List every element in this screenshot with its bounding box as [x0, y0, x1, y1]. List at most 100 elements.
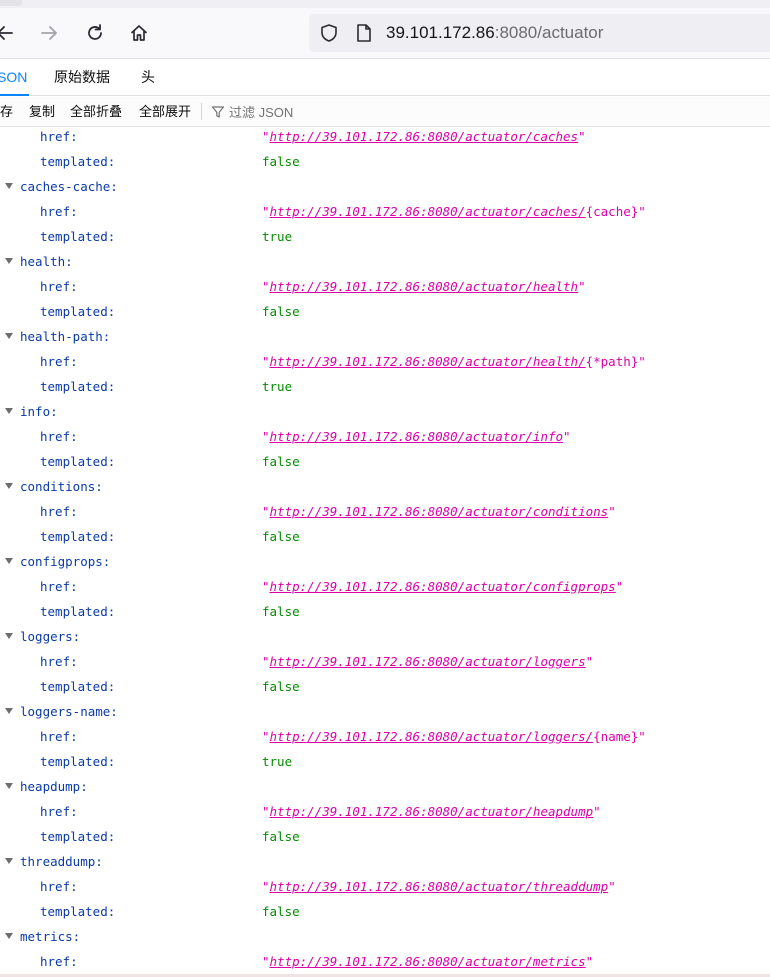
json-property-row[interactable]: templated: false	[0, 828, 770, 853]
json-key: templated:	[40, 379, 116, 394]
json-group-row[interactable]: heapdump:	[0, 778, 770, 803]
json-property-row[interactable]: href: "http://39.101.172.86:8080/actuator…	[0, 428, 770, 453]
json-key: templated:	[40, 529, 116, 544]
tracking-protection-icon[interactable]	[319, 23, 339, 48]
json-group-row[interactable]: threaddump:	[0, 853, 770, 878]
json-group-row[interactable]: loggers-name:	[0, 703, 770, 728]
expand-triangle-icon[interactable]	[5, 183, 13, 189]
json-string-value: "http://39.101.172.86:8080/actuator/thre…	[262, 879, 616, 894]
expand-triangle-icon[interactable]	[5, 633, 13, 639]
json-url-template-suffix: {*path}	[585, 354, 639, 369]
json-group-row[interactable]: health-path:	[0, 328, 770, 353]
json-boolean-value: false	[262, 604, 300, 619]
json-property-row[interactable]: templated: false	[0, 528, 770, 553]
reload-button[interactable]	[80, 18, 110, 48]
page-info-icon[interactable]	[355, 23, 373, 48]
json-group-row[interactable]: conditions:	[0, 478, 770, 503]
home-icon	[131, 25, 147, 41]
json-key: templated:	[40, 904, 116, 919]
json-property-row[interactable]: href: "http://39.101.172.86:8080/actuator…	[0, 353, 770, 378]
json-property-row[interactable]: href: "http://39.101.172.86:8080/actuator…	[0, 878, 770, 903]
json-url-link[interactable]: http://39.101.172.86:8080/actuator/healt…	[270, 279, 579, 294]
json-key: templated:	[40, 679, 116, 694]
tab-json[interactable]: JSON	[0, 59, 30, 96]
json-url-link[interactable]: http://39.101.172.86:8080/actuator/cache…	[270, 204, 586, 219]
json-property-row[interactable]: href: "http://39.101.172.86:8080/actuator…	[0, 728, 770, 753]
json-key: href:	[40, 279, 78, 294]
json-property-row[interactable]: templated: false	[0, 303, 770, 328]
json-key: templated:	[40, 229, 116, 244]
json-property-row[interactable]: href: "http://39.101.172.86:8080/actuator…	[0, 278, 770, 303]
url-bar[interactable]: 39.101.172.86:8080/actuator	[309, 14, 770, 52]
json-boolean-value: false	[262, 679, 300, 694]
expand-triangle-icon[interactable]	[5, 483, 13, 489]
json-url-link[interactable]: http://39.101.172.86:8080/actuator/logge…	[270, 729, 594, 744]
expand-triangle-icon[interactable]	[5, 858, 13, 864]
forward-button[interactable]	[34, 18, 64, 48]
json-property-row[interactable]: href: "http://39.101.172.86:8080/actuator…	[0, 803, 770, 828]
json-url-link[interactable]: http://39.101.172.86:8080/actuator/metri…	[270, 954, 586, 969]
json-boolean-value: true	[262, 754, 293, 769]
expand-all-button[interactable]: 全部展开	[139, 97, 191, 126]
json-property-row[interactable]: templated: false	[0, 453, 770, 478]
arrow-left-icon	[0, 26, 13, 40]
collapse-all-button[interactable]: 全部折叠	[70, 97, 122, 126]
json-group-row[interactable]: configprops:	[0, 553, 770, 578]
json-group-row[interactable]: info:	[0, 403, 770, 428]
json-url-link[interactable]: http://39.101.172.86:8080/actuator/healt…	[270, 354, 586, 369]
browser-tab[interactable]	[0, 0, 22, 6]
expand-triangle-icon[interactable]	[5, 258, 13, 264]
json-group-row[interactable]: loggers:	[0, 628, 770, 653]
save-button[interactable]: 保存	[0, 97, 13, 126]
json-property-row[interactable]: templated: false	[0, 678, 770, 703]
json-group-row[interactable]: metrics:	[0, 928, 770, 953]
home-button[interactable]	[124, 18, 154, 48]
json-property-row[interactable]: href: "http://39.101.172.86:8080/actuator…	[0, 653, 770, 678]
json-string-value: "http://39.101.172.86:8080/actuator/logg…	[262, 654, 594, 669]
json-boolean-value: false	[262, 304, 300, 319]
json-key: configprops:	[20, 554, 111, 569]
json-property-row[interactable]: href: "http://39.101.172.86:8080/actuator…	[0, 128, 770, 153]
json-url-link[interactable]: http://39.101.172.86:8080/actuator/info	[270, 429, 564, 444]
json-property-row[interactable]: templated: true	[0, 378, 770, 403]
json-boolean-value: true	[262, 229, 293, 244]
json-key: health:	[20, 254, 73, 269]
expand-triangle-icon[interactable]	[5, 933, 13, 939]
json-url-link[interactable]: http://39.101.172.86:8080/actuator/confi…	[270, 579, 616, 594]
json-property-row[interactable]: href: "http://39.101.172.86:8080/actuator…	[0, 203, 770, 228]
json-property-row[interactable]: templated: false	[0, 903, 770, 928]
json-string-value: "http://39.101.172.86:8080/actuator/conf…	[262, 579, 624, 594]
json-group-row[interactable]: health:	[0, 253, 770, 278]
json-url-link[interactable]: http://39.101.172.86:8080/actuator/logge…	[270, 654, 586, 669]
expand-triangle-icon[interactable]	[5, 558, 13, 564]
copy-button[interactable]: 复制	[29, 97, 55, 126]
tab-headers[interactable]: 头	[141, 59, 155, 95]
json-url-template-suffix: {name}	[593, 729, 639, 744]
back-button[interactable]	[0, 18, 20, 48]
json-property-row[interactable]: href: "http://39.101.172.86:8080/actuator…	[0, 503, 770, 528]
json-key: href:	[40, 729, 78, 744]
expand-triangle-icon[interactable]	[5, 408, 13, 414]
json-key: href:	[40, 429, 78, 444]
filter-placeholder: 过滤 JSON	[229, 105, 294, 120]
filter-json-input[interactable]: 过滤 JSON	[211, 97, 293, 126]
json-property-row[interactable]: templated: false	[0, 153, 770, 178]
json-key: href:	[40, 954, 78, 969]
json-url-link[interactable]: http://39.101.172.86:8080/actuator/cache…	[270, 129, 579, 144]
json-url-link[interactable]: http://39.101.172.86:8080/actuator/condi…	[270, 504, 609, 519]
tab-raw-data[interactable]: 原始数据	[54, 59, 110, 95]
expand-triangle-icon[interactable]	[5, 708, 13, 714]
json-url-link[interactable]: http://39.101.172.86:8080/actuator/threa…	[270, 879, 609, 894]
json-group-row[interactable]: caches-cache:	[0, 178, 770, 203]
expand-triangle-icon[interactable]	[5, 333, 13, 339]
json-boolean-value: false	[262, 454, 300, 469]
json-key: href:	[40, 504, 78, 519]
json-url-link[interactable]: http://39.101.172.86:8080/actuator/heapd…	[270, 804, 594, 819]
json-property-row[interactable]: templated: false	[0, 603, 770, 628]
url-text[interactable]: 39.101.172.86:8080/actuator	[386, 23, 603, 43]
json-string-value: "http://39.101.172.86:8080/actuator/metr…	[262, 954, 594, 969]
json-property-row[interactable]: templated: true	[0, 228, 770, 253]
json-property-row[interactable]: href: "http://39.101.172.86:8080/actuator…	[0, 578, 770, 603]
json-property-row[interactable]: templated: true	[0, 753, 770, 778]
expand-triangle-icon[interactable]	[5, 783, 13, 789]
